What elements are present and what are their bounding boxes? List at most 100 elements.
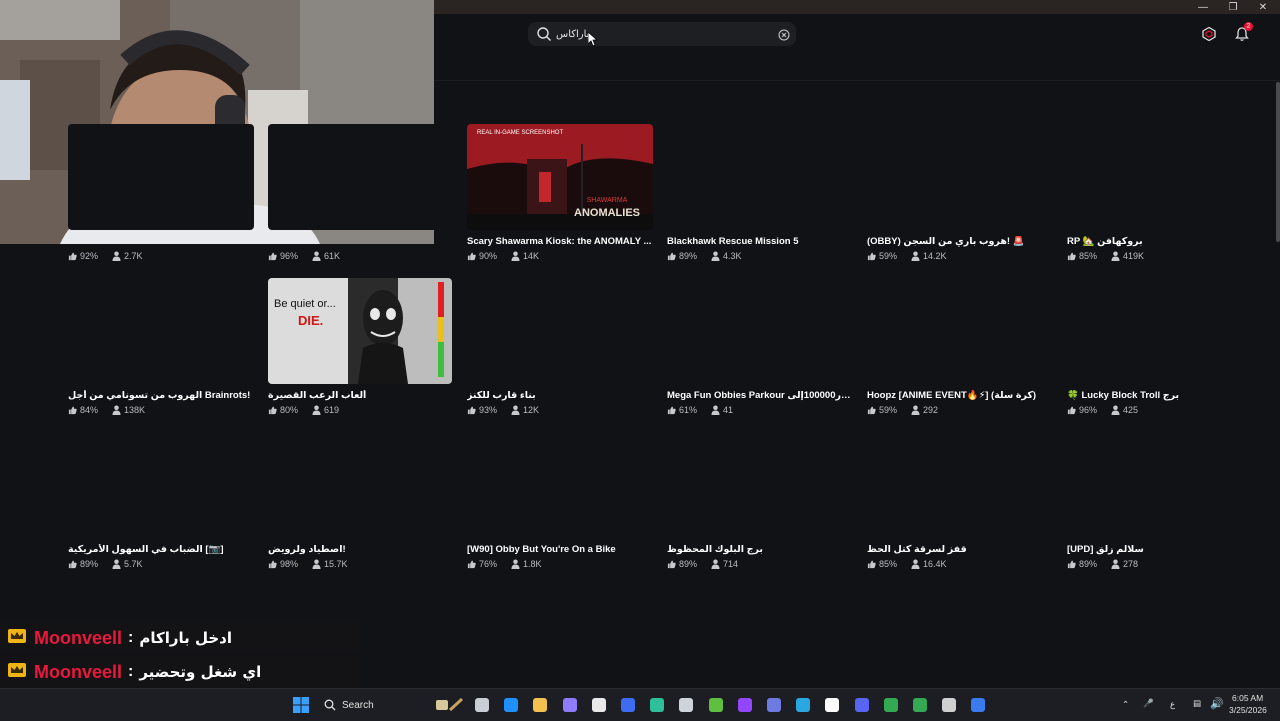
edge-icon[interactable] bbox=[503, 697, 519, 713]
game-players: 419K bbox=[1123, 251, 1145, 261]
tiktok-icon[interactable] bbox=[824, 697, 840, 713]
clear-search-icon[interactable] bbox=[778, 28, 790, 46]
game-tile[interactable]: 🍀 Lucky Block Troll برج 96% 425 bbox=[1067, 278, 1253, 428]
obs-icon[interactable] bbox=[941, 697, 957, 713]
game-tile[interactable]: RP 🏡 بروكهافن 85% 419K bbox=[1067, 124, 1253, 274]
game-tile[interactable]: قفز لسرقة كتل الحظ 85% 16.4K bbox=[867, 432, 1053, 582]
players-icon bbox=[112, 405, 121, 415]
game-tile[interactable]: 92% 2.7K bbox=[68, 124, 254, 274]
discord-icon[interactable] bbox=[854, 697, 870, 713]
game-thumbnail[interactable] bbox=[68, 124, 254, 230]
scrollbar[interactable] bbox=[1276, 82, 1280, 242]
game-tile[interactable]: الهروب من تسونامي من أجل Brainrots! 84% 13… bbox=[68, 278, 254, 428]
game-title[interactable]: قفز لسرقة كتل الحظ bbox=[867, 544, 1057, 555]
widget-icon[interactable] bbox=[434, 696, 468, 717]
folder-icon[interactable] bbox=[532, 697, 548, 713]
thumbs-up-icon bbox=[667, 559, 676, 569]
minimize-button[interactable]: — bbox=[1188, 0, 1218, 14]
browser-icon[interactable] bbox=[649, 697, 665, 713]
game-thumbnail[interactable] bbox=[268, 124, 454, 230]
game-thumbnail[interactable] bbox=[68, 278, 254, 384]
game-tile[interactable]: برج البلوك المحظوظ 89% 714 bbox=[667, 432, 853, 582]
game-players: 41 bbox=[723, 405, 734, 415]
game-title[interactable]: (OBBY) هروب باري من السجن! 🚨 bbox=[867, 236, 1057, 247]
clock-time[interactable]: 6:05 AM bbox=[1232, 693, 1263, 703]
app2-icon[interactable] bbox=[766, 697, 782, 713]
minecraft-icon[interactable] bbox=[708, 697, 724, 713]
game-thumbnail[interactable] bbox=[867, 432, 1053, 538]
game-tile[interactable]: بناء قارب للكنز 93% 12K bbox=[467, 278, 653, 428]
game-thumbnail[interactable] bbox=[467, 278, 653, 384]
players-icon bbox=[312, 251, 321, 261]
close-button[interactable]: ✕ bbox=[1248, 0, 1278, 14]
game-tile[interactable]: [UPD] سلالم زلق 89% 278 bbox=[1067, 432, 1253, 582]
game-title[interactable]: برج البلوك المحظوظ bbox=[667, 544, 857, 555]
file-explorer-icon[interactable] bbox=[474, 697, 490, 713]
game-tile[interactable]: Mega Fun Obbies Parkour دولار100000إلى 61… bbox=[667, 278, 857, 428]
players-icon bbox=[1111, 251, 1120, 261]
chrome2-icon[interactable] bbox=[912, 697, 928, 713]
game-thumbnail[interactable] bbox=[268, 432, 454, 538]
game-title[interactable]: RP 🏡 بروكهافن bbox=[1067, 236, 1257, 247]
thumbs-up-icon bbox=[467, 251, 476, 261]
game-thumbnail[interactable] bbox=[667, 124, 853, 230]
game-title[interactable]: الهروب من تسونامي من أجل Brainrots! bbox=[68, 390, 258, 401]
copilot-icon[interactable] bbox=[562, 697, 578, 713]
game-title[interactable]: الضباب في السهول الأمريكية [📷] bbox=[68, 544, 258, 555]
game-thumbnail[interactable] bbox=[867, 278, 1053, 384]
game-title[interactable]: Scary Shawarma Kiosk: the ANOMALY ... bbox=[467, 236, 657, 247]
crown-icon bbox=[8, 628, 26, 648]
game-title[interactable]: اصطياد ولرويض! bbox=[268, 544, 458, 555]
game-stats: 93% 12K bbox=[467, 405, 543, 415]
game-title[interactable]: 🍀 Lucky Block Troll برج bbox=[1067, 390, 1257, 401]
game-tile[interactable]: Be quiet or... DIE. ألعاب الرعب القصيرة 80%… bbox=[268, 278, 454, 428]
thumb-logo-top: SHAWARMA bbox=[587, 197, 628, 204]
game-tile[interactable]: (OBBY) هروب باري من السجن! 🚨 59% 14.2K bbox=[867, 124, 1053, 274]
game-title[interactable]: [W90] Obby But You're On a Bike bbox=[467, 544, 657, 555]
game-thumbnail[interactable]: Be quiet or... DIE. bbox=[268, 278, 452, 384]
game-thumbnail[interactable] bbox=[1067, 432, 1253, 538]
microphone-icon[interactable]: 🎤 bbox=[1143, 698, 1154, 709]
game-title[interactable]: ألعاب الرعب القصيرة bbox=[268, 390, 458, 401]
game-thumbnail[interactable] bbox=[667, 278, 853, 384]
roblox-icon[interactable] bbox=[970, 697, 986, 713]
tray-chevron-icon[interactable]: ⌃ bbox=[1122, 699, 1129, 710]
game-thumbnail[interactable]: REAL IN-GAME SCREENSHOT SHAWARMA ANOMALIES bbox=[467, 124, 653, 230]
game-title[interactable]: بناء قارب للكنز bbox=[467, 390, 657, 401]
game-tile[interactable]: Hoopz [ANIME EVENT🔥⚡] (كرة سلة) 59% 292 bbox=[867, 278, 1053, 428]
game-thumbnail[interactable] bbox=[1067, 278, 1253, 384]
app-icon[interactable] bbox=[620, 697, 636, 713]
thumbs-up-icon bbox=[268, 251, 277, 261]
game-title[interactable]: Blackhawk Rescue Mission 5 bbox=[667, 236, 857, 247]
game-tile[interactable]: 96% 61K bbox=[268, 124, 454, 274]
game-title[interactable]: Mega Fun Obbies Parkour دولار100000إلى bbox=[667, 390, 857, 401]
app3-icon[interactable] bbox=[795, 697, 811, 713]
game-players: 1.8K bbox=[523, 559, 542, 569]
volume-icon[interactable]: 🔊 bbox=[1210, 697, 1224, 710]
search-bar[interactable] bbox=[528, 22, 796, 46]
network-icon[interactable]: ▤ bbox=[1193, 698, 1201, 709]
robux-icon[interactable] bbox=[1202, 26, 1216, 46]
clock-date[interactable]: 3/25/2026 bbox=[1229, 705, 1267, 715]
twitch-icon[interactable] bbox=[737, 697, 753, 713]
roblox-studio-icon[interactable] bbox=[678, 697, 694, 713]
store-icon[interactable] bbox=[591, 697, 607, 713]
game-tile[interactable]: REAL IN-GAME SCREENSHOT SHAWARMA ANOMALIES… bbox=[467, 124, 653, 274]
game-tile[interactable]: [W90] Obby But You're On a Bike 76% 1.8K bbox=[467, 432, 653, 582]
game-thumbnail[interactable] bbox=[467, 432, 653, 538]
maximize-button[interactable]: ❐ bbox=[1218, 0, 1248, 14]
language-indicator[interactable]: ع bbox=[1170, 699, 1175, 710]
game-thumbnail[interactable] bbox=[1067, 124, 1253, 230]
game-tile[interactable]: Blackhawk Rescue Mission 5 89% 4.3K bbox=[667, 124, 853, 274]
game-tile[interactable]: الضباب في السهول الأمريكية [📷] 89% 5.7K bbox=[68, 432, 254, 582]
game-thumbnail[interactable] bbox=[667, 432, 853, 538]
game-tile[interactable]: اصطياد ولرويض! 98% 15.7K bbox=[268, 432, 454, 582]
game-title[interactable]: [UPD] سلالم زلق bbox=[1067, 544, 1257, 555]
thumb-caption: REAL IN-GAME SCREENSHOT bbox=[477, 130, 563, 136]
windows-icon[interactable] bbox=[293, 697, 309, 713]
taskbar-search[interactable]: Search bbox=[318, 695, 468, 715]
game-thumbnail[interactable] bbox=[68, 432, 254, 538]
chrome-icon[interactable] bbox=[883, 697, 899, 713]
game-thumbnail[interactable] bbox=[867, 124, 1053, 230]
game-title[interactable]: Hoopz [ANIME EVENT🔥⚡] (كرة سلة) bbox=[867, 390, 1057, 401]
